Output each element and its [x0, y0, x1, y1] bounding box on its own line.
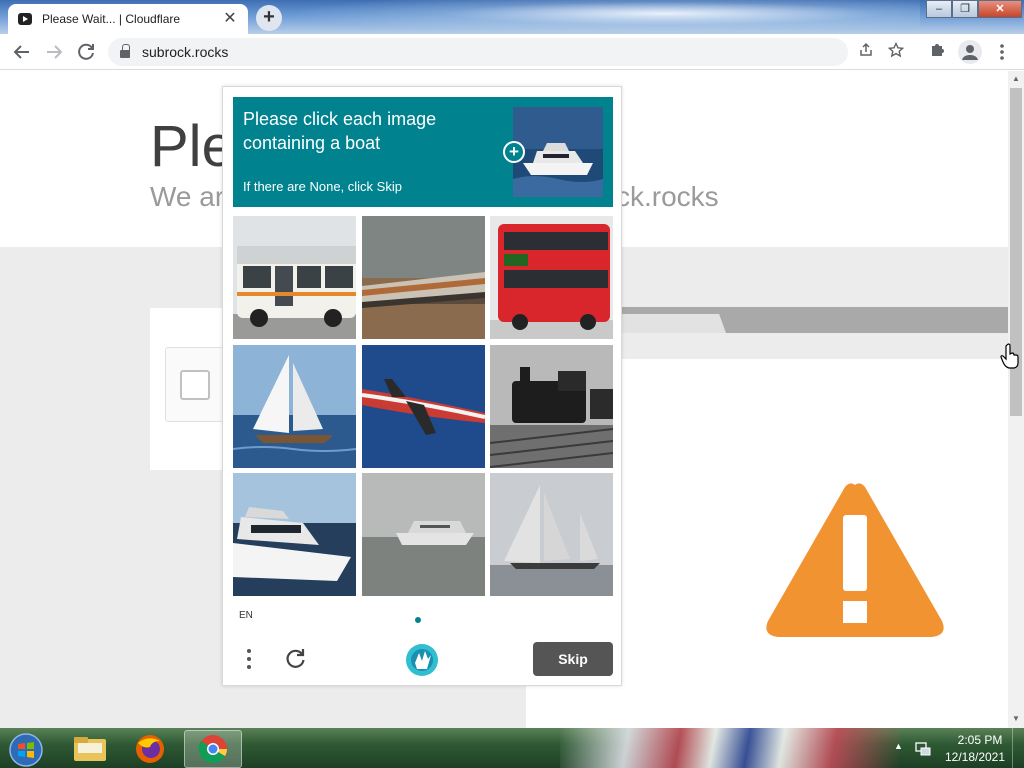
close-window-button[interactable]: ✕ [978, 0, 1022, 18]
steam-locomotive-image [490, 345, 613, 468]
image-grid [233, 216, 613, 596]
bookmark-star-icon[interactable] [886, 41, 906, 62]
example-boat-image [513, 107, 603, 197]
image-tile-airplane[interactable] [362, 345, 485, 468]
refresh-challenge-icon[interactable] [281, 645, 309, 673]
page-subtitle-left: We ar [150, 181, 225, 212]
image-tile-motor-yacht[interactable] [233, 473, 356, 596]
forward-arrow-icon [47, 45, 63, 59]
skip-button[interactable]: Skip [533, 642, 613, 676]
share-icon[interactable] [856, 42, 876, 62]
image-tile-steam-train[interactable] [490, 345, 613, 468]
reload-button[interactable] [74, 40, 98, 64]
browser-toolbar: subrock.rocks [0, 34, 1024, 70]
warning-triangle-icon [766, 483, 944, 637]
page-indicator-dot [415, 617, 421, 623]
scroll-up-arrow-icon[interactable]: ▲ [1008, 72, 1024, 86]
image-tile-train[interactable] [362, 216, 485, 339]
profile-avatar-icon[interactable] [958, 40, 982, 64]
motor-yacht-image [233, 473, 356, 596]
back-arrow-icon [13, 45, 29, 59]
desktop-wallpaper-sky [280, 0, 920, 34]
browser-menu-icon[interactable] [990, 40, 1014, 64]
language-selector[interactable]: EN [239, 610, 253, 621]
taskbar-wallpaper [560, 728, 900, 768]
browser-tab[interactable]: Please Wait... | Cloudflare ✕ [8, 4, 248, 34]
hcaptcha-challenge: Please click each image containing a boa… [222, 86, 622, 686]
challenge-checkbox[interactable] [180, 370, 210, 400]
challenge-prompt: Please click each image containing a boa… [233, 97, 613, 207]
restore-button[interactable]: ❐ [952, 0, 978, 18]
chrome-icon [198, 735, 227, 764]
minimize-button[interactable]: ‒ [926, 0, 952, 18]
reload-icon [78, 43, 94, 60]
page-subtitle-right: ck.rocks [616, 181, 719, 212]
network-icon[interactable] [914, 740, 932, 758]
image-tile-bus[interactable] [233, 216, 356, 339]
clock-time[interactable]: 2:05 PM [950, 733, 1010, 747]
youtube-favicon-icon [18, 13, 32, 25]
sailboat-image [233, 345, 356, 468]
prompt-plus-icon[interactable]: + [503, 141, 525, 163]
url-text: subrock.rocks [142, 44, 229, 60]
windows-start-icon[interactable] [6, 732, 46, 768]
address-bar[interactable]: subrock.rocks [108, 38, 905, 66]
forward-button[interactable] [42, 40, 66, 64]
tray-expand-icon[interactable]: ▲ [894, 741, 903, 751]
image-tile-yacht-fog[interactable] [362, 473, 485, 596]
lock-icon [120, 44, 130, 58]
prompt-hint: If there are None, click Skip [243, 179, 402, 194]
captcha-menu-icon[interactable] [241, 645, 257, 673]
image-tile-sailing-ship[interactable] [490, 473, 613, 596]
airplane-image [362, 345, 485, 468]
image-tile-sailboat[interactable] [233, 345, 356, 468]
sailing-ship-image [490, 473, 613, 596]
double-decker-bus-image [490, 216, 613, 339]
clock-date[interactable]: 12/18/2021 [940, 750, 1010, 764]
bus-image [233, 216, 356, 339]
show-desktop-button[interactable] [1012, 728, 1024, 768]
tab-close-icon[interactable]: ✕ [222, 11, 238, 27]
yacht-in-fog-image [362, 473, 485, 596]
browser-tab-strip: Please Wait... | Cloudflare ✕ + ‒ ❐ ✕ [0, 0, 1024, 34]
hand-cursor-icon [1000, 343, 1019, 369]
extensions-puzzle-icon[interactable] [926, 40, 950, 64]
back-button[interactable] [10, 40, 34, 64]
tab-title: Please Wait... | Cloudflare [42, 12, 181, 26]
file-explorer-icon[interactable] [62, 731, 118, 767]
new-tab-button[interactable]: + [256, 5, 282, 31]
scroll-down-arrow-icon[interactable]: ▼ [1008, 712, 1024, 726]
freight-train-image [362, 216, 485, 339]
image-tile-double-decker-bus[interactable] [490, 216, 613, 339]
firefox-icon[interactable] [122, 731, 178, 767]
prompt-instruction: Please click each image containing a boa… [243, 109, 437, 153]
hcaptcha-logo-icon[interactable] [405, 643, 439, 677]
window-controls: ‒ ❐ ✕ [926, 0, 1022, 20]
